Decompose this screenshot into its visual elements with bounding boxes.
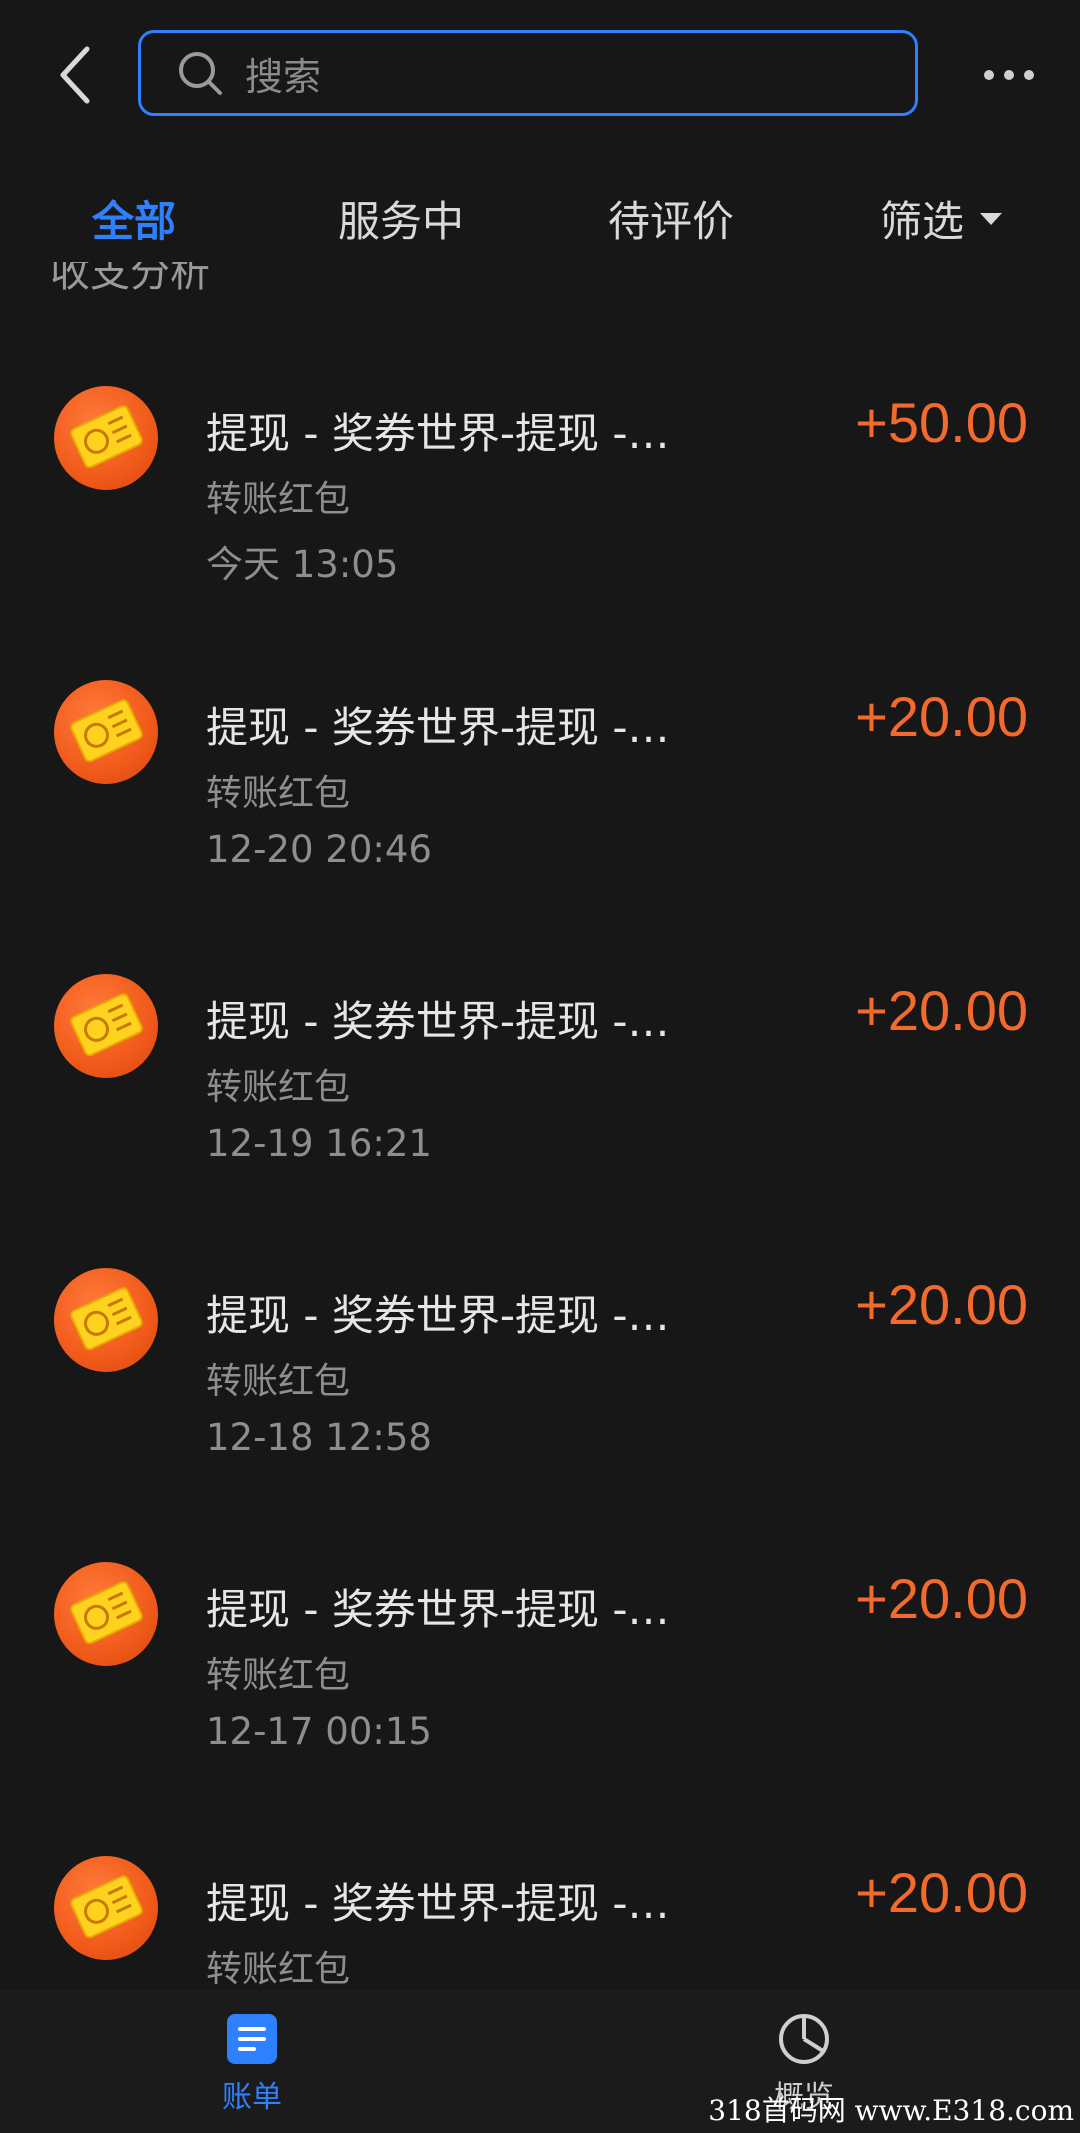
- voucher-icon: [70, 993, 143, 1057]
- nav-item-bill[interactable]: 账单: [222, 2012, 282, 2116]
- tab-bar: 全部 服务中 待评价 筛选: [0, 170, 1080, 270]
- transaction-type: 转账红包: [206, 773, 351, 814]
- transaction-time: 12-20 20:46: [206, 828, 432, 871]
- transaction-title: 提现 - 奖券世界-提现 -…: [206, 703, 670, 752]
- nav-label-bill: 账单: [222, 2080, 282, 2115]
- voucher-icon: [70, 1287, 143, 1351]
- caret-down-icon: [980, 212, 1003, 225]
- transaction-type: 转账红包: [206, 1361, 351, 1402]
- tab-all[interactable]: 全部: [92, 188, 176, 249]
- search-placeholder: 搜索: [245, 54, 322, 99]
- transaction-title: 提现 - 奖券世界-提现 -…: [206, 1585, 670, 1634]
- transaction-amount: +20.00: [855, 1567, 1028, 1630]
- avatar: [54, 974, 158, 1078]
- transaction-row[interactable]: 提现 - 奖券世界-提现 -… 转账红包 +20.00: [0, 1820, 1080, 1990]
- transaction-time: 12-19 16:21: [206, 1122, 432, 1165]
- transaction-amount: +20.00: [855, 1861, 1028, 1924]
- tab-in-service[interactable]: 服务中: [338, 188, 464, 249]
- transaction-amount: +20.00: [855, 1273, 1028, 1336]
- income-analysis-partial: 收支分析: [50, 262, 210, 296]
- transaction-time: 12-18 12:58: [206, 1416, 432, 1459]
- transaction-amount: +50.00: [855, 391, 1028, 454]
- avatar: [54, 1268, 158, 1372]
- search-input[interactable]: 搜索: [138, 30, 918, 116]
- avatar: [54, 680, 158, 784]
- tab-pending-review[interactable]: 待评价: [608, 188, 734, 249]
- avatar: [54, 1856, 158, 1960]
- more-dots-icon: [984, 70, 1034, 80]
- transaction-row[interactable]: 提现 - 奖券世界-提现 -… 转账红包 今天 13:05 +50.00: [0, 350, 1080, 644]
- transaction-type: 转账红包: [206, 1655, 351, 1696]
- voucher-icon: [70, 405, 143, 469]
- back-button[interactable]: [40, 35, 110, 115]
- transaction-title: 提现 - 奖券世界-提现 -…: [206, 997, 670, 1046]
- pie-chart-icon: [779, 2014, 829, 2064]
- more-button[interactable]: [974, 50, 1044, 100]
- transaction-type: 转账红包: [206, 1949, 351, 1990]
- transaction-title: 提现 - 奖券世界-提现 -…: [206, 1291, 670, 1340]
- voucher-icon: [70, 1875, 143, 1939]
- avatar: [54, 386, 158, 490]
- transaction-amount: +20.00: [855, 685, 1028, 748]
- transaction-row[interactable]: 提现 - 奖券世界-提现 -… 转账红包 12-18 12:58 +20.00: [0, 1232, 1080, 1526]
- voucher-icon: [70, 1581, 143, 1645]
- transaction-row[interactable]: 提现 - 奖券世界-提现 -… 转账红包 12-17 00:15 +20.00: [0, 1526, 1080, 1820]
- transaction-type: 转账红包: [206, 479, 351, 520]
- bill-icon: [227, 2014, 277, 2064]
- voucher-icon: [70, 699, 143, 763]
- transaction-title: 提现 - 奖券世界-提现 -…: [206, 409, 670, 458]
- transaction-title: 提现 - 奖券世界-提现 -…: [206, 1879, 670, 1928]
- header: 搜索: [0, 0, 1080, 150]
- transaction-time: 12-17 00:15: [206, 1710, 432, 1753]
- transaction-type: 转账红包: [206, 1067, 351, 1108]
- transaction-amount: +20.00: [855, 979, 1028, 1042]
- watermark: 318首码网 www.E318.com: [708, 2094, 1074, 2127]
- avatar: [54, 1562, 158, 1666]
- transaction-row[interactable]: 提现 - 奖券世界-提现 -… 转账红包 12-19 16:21 +20.00: [0, 938, 1080, 1232]
- transaction-row[interactable]: 提现 - 奖券世界-提现 -… 转账红包 12-20 20:46 +20.00: [0, 644, 1080, 938]
- transaction-time: 今天 13:05: [206, 543, 399, 586]
- filter-label: 筛选: [880, 197, 965, 246]
- tab-filter[interactable]: 筛选: [880, 188, 1003, 249]
- search-icon: [179, 52, 222, 95]
- chevron-left-icon: [60, 46, 90, 104]
